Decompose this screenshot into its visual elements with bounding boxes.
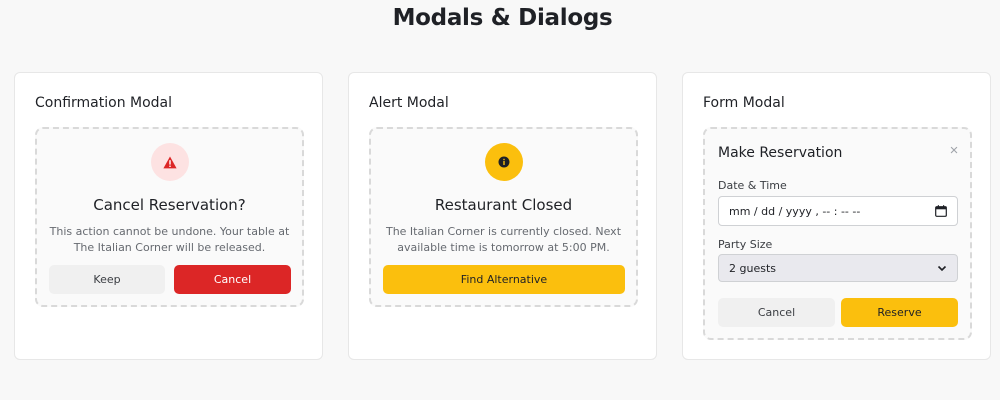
- reserve-button[interactable]: Reserve: [841, 298, 958, 327]
- dialog-message: The Italian Corner is currently closed. …: [385, 225, 622, 254]
- party-size-select[interactable]: 2 guests: [718, 254, 958, 282]
- cancel-reservation-button[interactable]: Cancel: [174, 265, 291, 294]
- calendar-icon[interactable]: [935, 205, 947, 217]
- card-title: Confirmation Modal: [35, 95, 173, 111]
- confirmation-modal-card: Confirmation Modal Cancel Reservation? T…: [14, 72, 323, 360]
- card-title: Alert Modal: [369, 95, 449, 111]
- dialog-title: Restaurant Closed: [434, 196, 573, 214]
- date-time-input[interactable]: mm / dd / yyyy , -- : -- --: [718, 196, 958, 226]
- form-modal-card: Form Modal Make Reservation × Date & Tim…: [682, 72, 991, 360]
- form-dialog: Make Reservation × Date & Time mm / dd /…: [703, 127, 972, 340]
- confirmation-dialog: Cancel Reservation? This action cannot b…: [35, 127, 304, 307]
- date-time-label: Date & Time: [718, 179, 787, 192]
- card-title: Form Modal: [703, 95, 785, 111]
- dialog-message: This action cannot be undone. Your table…: [49, 225, 290, 254]
- party-size-value: 2 guests: [729, 261, 776, 275]
- chevron-down-icon: [937, 265, 947, 272]
- alert-dialog: Restaurant Closed The Italian Corner is …: [369, 127, 638, 307]
- party-size-label: Party Size: [718, 238, 773, 251]
- find-alternative-button[interactable]: Find Alternative: [383, 265, 625, 294]
- dialog-title: Make Reservation: [718, 145, 843, 161]
- info-icon: [484, 143, 523, 181]
- dialog-title: Cancel Reservation?: [93, 196, 246, 214]
- alert-modal-card: Alert Modal Restaurant Closed The Italia…: [348, 72, 657, 360]
- page-title: Modals & Dialogs: [392, 5, 613, 31]
- date-time-value: mm / dd / yyyy , -- : -- --: [729, 204, 861, 218]
- keep-button[interactable]: Keep: [49, 265, 165, 294]
- warning-triangle-icon: [150, 143, 189, 181]
- cancel-button[interactable]: Cancel: [718, 298, 835, 327]
- close-icon[interactable]: ×: [946, 143, 962, 159]
